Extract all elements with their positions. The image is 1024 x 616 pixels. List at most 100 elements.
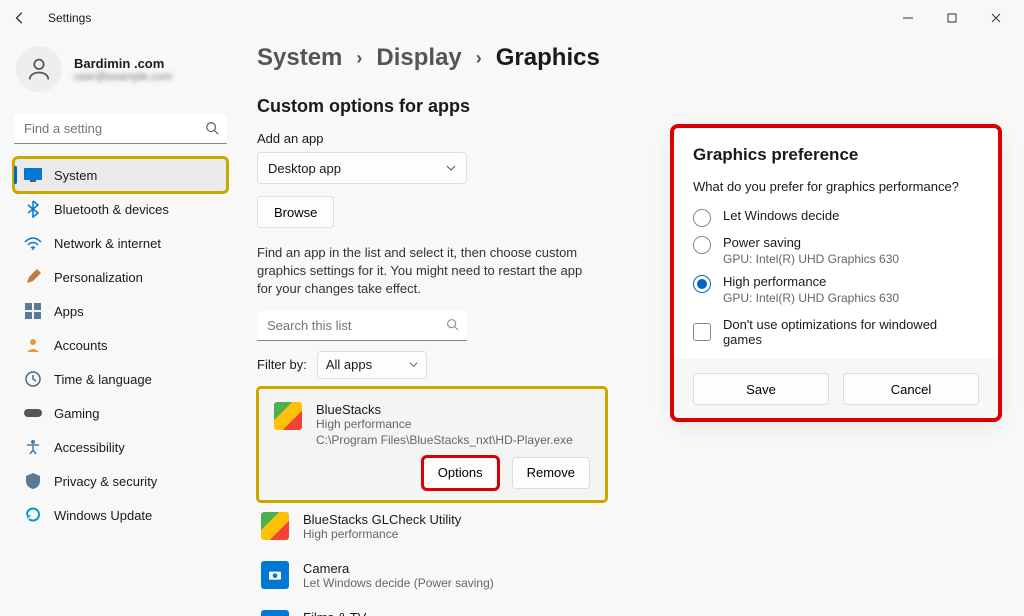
app-name: BlueStacks [316,402,590,417]
windowed-games-checkbox[interactable]: Don't use optimizations for windowed gam… [693,317,979,347]
back-button[interactable] [6,4,34,32]
arrow-left-icon [13,11,27,25]
radio-gpu-info: GPU: Intel(R) UHD Graphics 630 [723,291,899,305]
system-icon [24,166,42,184]
network-icon [24,234,42,252]
breadcrumb-system[interactable]: System [257,44,342,72]
sidebar-item-privacy[interactable]: Privacy & security [14,464,227,498]
radio-icon [693,275,711,293]
breadcrumb-graphics: Graphics [496,44,600,72]
radio-icon [693,236,711,254]
sidebar-item-accounts[interactable]: Accounts [14,328,227,362]
sidebar-item-label: System [54,168,97,183]
app-name: Films & TV [303,610,494,616]
chevron-down-icon [446,163,456,173]
radio-gpu-info: GPU: Intel(R) UHD Graphics 630 [723,252,899,266]
radio-label: Power saving [723,235,899,250]
profile-block[interactable]: Bardimin .com user@example.com [14,42,227,96]
search-icon [205,121,219,135]
app-name: BlueStacks GLCheck Utility [303,512,461,527]
bluestacks-icon [274,402,302,430]
chevron-right-icon: › [356,48,362,69]
app-preference: Let Windows decide (Power saving) [303,576,494,590]
breadcrumb: System › Display › Graphics [257,44,1004,72]
sidebar-item-accessibility[interactable]: Accessibility [14,430,227,464]
app-list-search-input[interactable] [257,311,467,341]
cancel-button[interactable]: Cancel [843,373,979,405]
radio-option-2[interactable]: High performance GPU: Intel(R) UHD Graphi… [693,274,979,305]
popup-title: Graphics preference [693,145,979,165]
camera-icon [261,561,289,589]
app-path: C:\Program Files\BlueStacks_nxt\HD-Playe… [316,433,590,447]
accounts-icon [24,336,42,354]
chevron-down-icon [409,360,418,369]
sidebar-item-time[interactable]: Time & language [14,362,227,396]
profile-name: Bardimin .com [74,56,172,71]
sidebar-item-bluetooth[interactable]: Bluetooth & devices [14,192,227,226]
app-item-glcheck[interactable]: BlueStacks GLCheck Utility High performa… [257,502,607,551]
app-name: Camera [303,561,494,576]
bluetooth-icon [24,200,42,218]
popup-question: What do you prefer for graphics performa… [693,179,979,194]
filter-value: All apps [326,357,372,372]
radio-icon [693,209,711,227]
sidebar-item-label: Accessibility [54,440,125,455]
sidebar-item-label: Accounts [54,338,107,353]
films-icon [261,610,289,616]
sidebar-item-label: Network & internet [54,236,161,251]
update-icon [24,506,42,524]
close-button[interactable] [974,3,1018,33]
sidebar-item-system[interactable]: System [14,158,227,192]
search-icon [446,318,459,331]
maximize-button[interactable] [930,3,974,33]
minimize-button[interactable] [886,3,930,33]
app-type-value: Desktop app [268,161,341,176]
personalization-icon [24,268,42,286]
avatar [16,46,62,92]
sidebar-item-personalization[interactable]: Personalization [14,260,227,294]
sidebar-item-update[interactable]: Windows Update [14,498,227,532]
helper-text: Find an app in the list and select it, t… [257,244,597,299]
app-preference: High performance [303,527,461,541]
radio-option-0[interactable]: Let Windows decide [693,208,979,227]
window-title: Settings [48,11,91,25]
apps-icon [24,302,42,320]
gaming-icon [24,404,42,422]
chevron-right-icon: › [476,48,482,69]
sidebar-item-network[interactable]: Network & internet [14,226,227,260]
options-button[interactable]: Options [423,457,498,489]
sidebar-item-gaming[interactable]: Gaming [14,396,227,430]
app-preference: High performance [316,417,590,431]
radio-option-1[interactable]: Power saving GPU: Intel(R) UHD Graphics 6… [693,235,979,266]
sidebar-item-label: Time & language [54,372,152,387]
remove-button[interactable]: Remove [512,457,590,489]
graphics-preference-popup: Graphics preference What do you prefer f… [672,126,1000,420]
privacy-icon [24,472,42,490]
filter-select[interactable]: All apps [317,351,427,379]
radio-label: Let Windows decide [723,208,839,223]
accessibility-icon [24,438,42,456]
time-icon [24,370,42,388]
save-button[interactable]: Save [693,373,829,405]
breadcrumb-display[interactable]: Display [376,44,461,72]
sidebar-item-label: Personalization [54,270,143,285]
sidebar-item-label: Bluetooth & devices [54,202,169,217]
checkbox-label: Don't use optimizations for windowed gam… [723,317,979,347]
sidebar-item-label: Privacy & security [54,474,157,489]
app-item-films[interactable]: Films & TV Let Windows decide (Power sav… [257,600,607,616]
browse-button[interactable]: Browse [257,196,334,228]
person-icon [25,55,53,83]
profile-email: user@example.com [74,71,172,83]
checkbox-icon [693,323,711,341]
section-title: Custom options for apps [257,96,1004,117]
settings-search-input[interactable] [14,114,227,144]
sidebar-item-label: Windows Update [54,508,152,523]
radio-label: High performance [723,274,899,289]
filter-label: Filter by: [257,357,307,372]
sidebar-item-label: Apps [54,304,84,319]
sidebar-item-apps[interactable]: Apps [14,294,227,328]
app-card-bluestacks[interactable]: BlueStacks High performance C:\Program F… [257,387,607,502]
sidebar-item-label: Gaming [54,406,100,421]
app-item-camera[interactable]: Camera Let Windows decide (Power saving) [257,551,607,600]
app-type-select[interactable]: Desktop app [257,152,467,184]
